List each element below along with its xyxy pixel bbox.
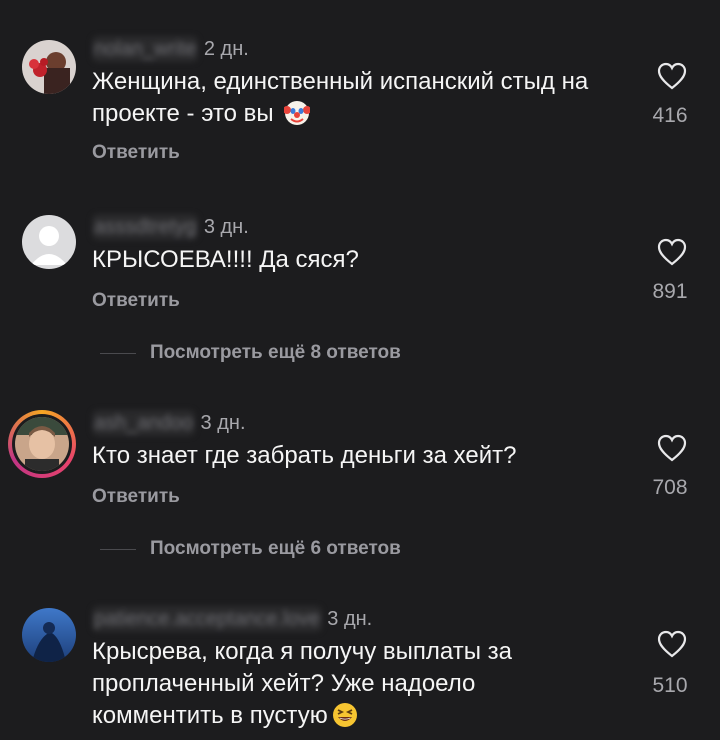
default-avatar-icon	[22, 215, 76, 269]
timestamp: 3 дн.	[203, 216, 249, 238]
username[interactable]: nolan_write	[92, 36, 199, 62]
comments-list: nolan_write 2 дн. Женщина, единственный …	[0, 0, 720, 740]
comment-meta: patience.acceptance.love 3 дн.	[92, 606, 373, 632]
avatar[interactable]	[22, 40, 76, 94]
view-more-replies-label: Посмотреть ещё 8 ответов	[150, 342, 401, 363]
comment-meta: ash_andoo 3 дн.	[92, 410, 246, 436]
reply-button[interactable]: Ответить	[92, 290, 180, 312]
like-count: 891	[652, 280, 688, 303]
username[interactable]: patience.acceptance.love	[92, 606, 322, 632]
like-button[interactable]	[652, 62, 692, 90]
timestamp: 3 дн.	[327, 608, 373, 630]
username[interactable]: asssdtretyg	[92, 214, 199, 240]
avatar[interactable]	[22, 215, 76, 269]
username[interactable]: ash_andoo	[92, 410, 195, 436]
comment-text: Кто знает где забрать деньги за хейт?	[92, 442, 517, 469]
reply-button[interactable]: Ответить	[92, 486, 180, 508]
comment-text-body: Крысрева, когда я получу выплаты за проп…	[92, 638, 512, 729]
heart-icon	[657, 62, 687, 90]
like-button[interactable]	[652, 630, 692, 658]
comment-meta: nolan_write 2 дн.	[92, 36, 249, 62]
comment-text: КРЫСОЕВА!!!! Да сяся?	[92, 246, 359, 273]
reply-button[interactable]: Ответить	[92, 142, 180, 164]
comment-text: Крысрева, когда я получу выплаты за проп…	[92, 636, 612, 732]
view-more-replies-button[interactable]: Посмотреть ещё 8 ответов	[100, 342, 401, 364]
avatar-with-story-ring[interactable]	[8, 410, 76, 478]
like-button[interactable]	[652, 238, 692, 266]
like-count: 416	[652, 104, 688, 127]
divider-line	[100, 548, 136, 550]
comment-meta: asssdtretyg 3 дн.	[92, 214, 249, 240]
grinning-squinting-face-emoji	[332, 703, 357, 727]
comment-text-body: Женщина, единственный испанский стыд на …	[92, 68, 589, 127]
comment-text: Женщина, единственный испанский стыд на …	[92, 66, 652, 130]
timestamp: 2 дн.	[203, 38, 249, 60]
like-count: 510	[652, 674, 688, 697]
avatar-image	[22, 40, 76, 94]
avatar-image	[15, 417, 69, 471]
divider-line	[100, 352, 136, 354]
heart-icon	[657, 630, 687, 658]
clown-face-emoji	[284, 101, 311, 125]
timestamp: 3 дн.	[200, 412, 246, 434]
like-button[interactable]	[652, 434, 692, 462]
like-count: 708	[652, 476, 688, 499]
view-more-replies-button[interactable]: Посмотреть ещё 6 ответов	[100, 538, 401, 560]
view-more-replies-label: Посмотреть ещё 6 ответов	[150, 538, 401, 559]
avatar[interactable]	[22, 608, 76, 662]
heart-icon	[657, 434, 687, 462]
avatar-image	[22, 608, 76, 662]
heart-icon	[657, 238, 687, 266]
